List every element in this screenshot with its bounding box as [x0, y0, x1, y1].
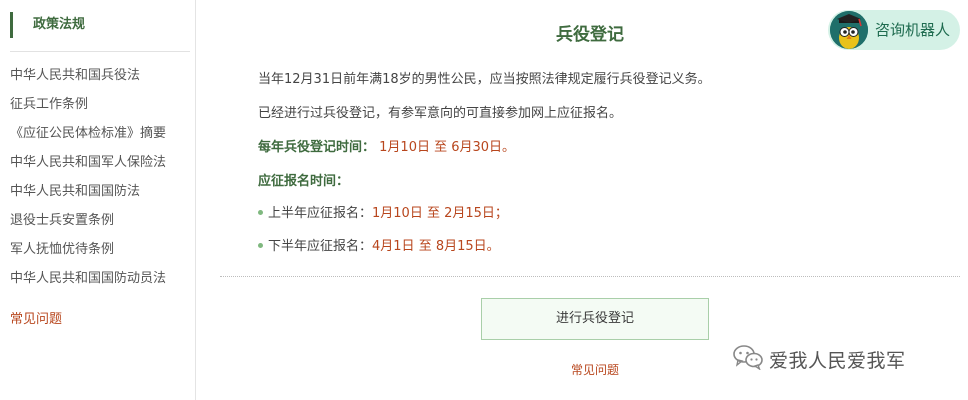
faq-link[interactable]: 常见问题: [481, 361, 709, 378]
section-divider: [220, 276, 960, 277]
second-half-label: 下半年应征报名：: [268, 239, 373, 254]
consult-robot-button[interactable]: 咨询机器人: [828, 10, 960, 50]
sidebar-divider: [10, 51, 190, 52]
enlist-time-heading: 应征报名时间：: [258, 174, 350, 189]
wechat-icon: [733, 344, 763, 374]
watermark: 爱我人民爱我军: [733, 344, 906, 374]
sidebar: 政策法规 中华人民共和国兵役法 征兵工作条例 《应征公民体检标准》摘要 中华人民…: [0, 0, 196, 400]
enlistment-note-text: 已经进行过兵役登记，有参军意向的可直接参加网上应征报名。: [258, 106, 623, 121]
sidebar-faq-link[interactable]: 常见问题: [10, 307, 62, 333]
watermark-text: 爱我人民爱我军: [769, 349, 906, 372]
consult-robot-label: 咨询机器人: [875, 21, 951, 39]
sidebar-item-military-insurance-law[interactable]: 中华人民共和国军人保险法: [10, 150, 166, 179]
sidebar-item-military-service-law[interactable]: 中华人民共和国兵役法: [10, 63, 166, 92]
sidebar-item-physical-exam-standard[interactable]: 《应征公民体检标准》摘要: [10, 121, 166, 150]
first-half-label: 上半年应征报名：: [268, 206, 373, 221]
sidebar-heading: 政策法规: [10, 12, 85, 38]
register-military-service-button[interactable]: 进行兵役登记: [481, 298, 709, 340]
second-half-value: 4月1日 至 8月15日。: [372, 239, 500, 254]
robot-avatar-icon: [830, 11, 868, 49]
sidebar-item-pension-regulations[interactable]: 军人抚恤优待条例: [10, 237, 166, 266]
second-half-enlist-row: 下半年应征报名：4月1日 至 8月15日。: [258, 235, 500, 254]
sidebar-item-veteran-placement[interactable]: 退役士兵安置条例: [10, 208, 166, 237]
sidebar-item-mobilization-law[interactable]: 中华人民共和国国防动员法: [10, 266, 166, 295]
first-half-value: 1月10日 至 2月15日；: [372, 206, 508, 221]
sidebar-item-conscription-regulations[interactable]: 征兵工作条例: [10, 92, 166, 121]
registration-time-row: 每年兵役登记时间： 1月10日 至 6月30日。: [258, 136, 515, 155]
registration-time-value: 1月10日 至 6月30日。: [379, 140, 516, 155]
sidebar-item-national-defense-law[interactable]: 中华人民共和国国防法: [10, 179, 166, 208]
bullet-icon: [258, 210, 263, 215]
registration-requirement-text: 当年12月31日前年满18岁的男性公民，应当按照法律规定履行兵役登记义务。: [258, 72, 711, 87]
registration-time-label: 每年兵役登记时间：: [258, 140, 376, 155]
bullet-icon: [258, 243, 263, 248]
sidebar-list: 中华人民共和国兵役法 征兵工作条例 《应征公民体检标准》摘要 中华人民共和国军人…: [10, 63, 166, 295]
sidebar-heading-label: 政策法规: [33, 17, 86, 32]
first-half-enlist-row: 上半年应征报名：1月10日 至 2月15日；: [258, 202, 508, 221]
